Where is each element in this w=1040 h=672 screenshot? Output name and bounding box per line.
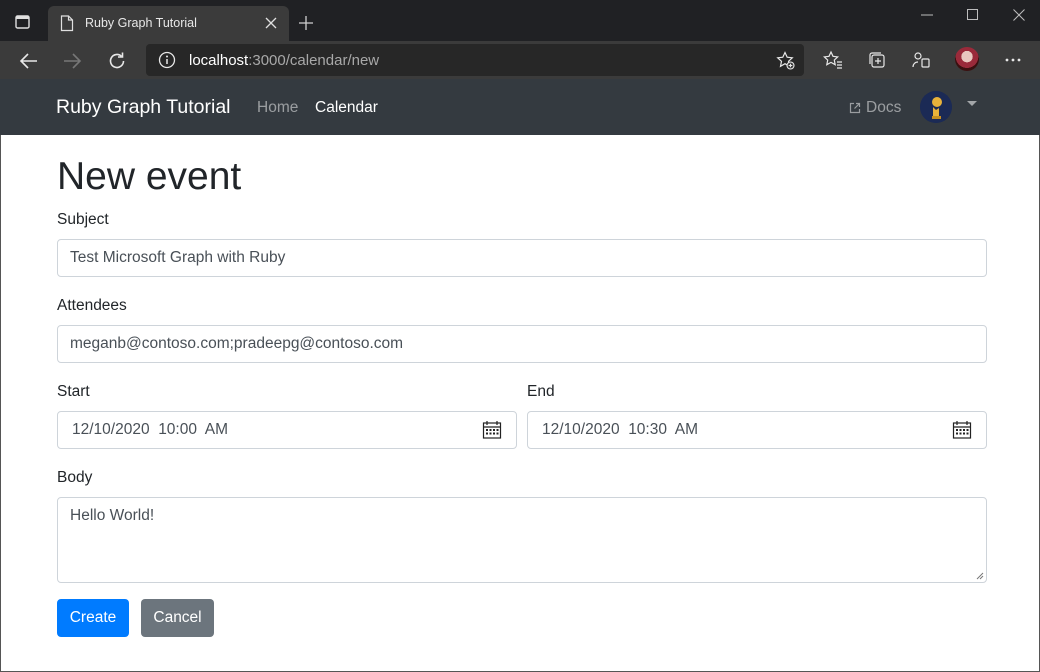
window-menu-icon[interactable] [14, 13, 32, 31]
more-options-icon[interactable] [1003, 50, 1023, 70]
forward-icon[interactable] [62, 51, 82, 71]
external-link-icon [849, 102, 861, 114]
back-icon[interactable] [19, 51, 39, 71]
body-text: Hello World! [70, 507, 155, 524]
start-label: Start [57, 383, 90, 400]
url-path: :3000/calendar/new [248, 52, 380, 69]
end-label: End [527, 383, 555, 400]
favorites-icon[interactable] [823, 50, 843, 70]
app-navbar: Ruby Graph Tutorial Home Calendar Docs [0, 79, 1040, 135]
url-host: localhost [189, 52, 249, 69]
nav-link-docs[interactable]: Docs [849, 99, 901, 117]
close-tab-icon[interactable] [264, 16, 278, 30]
page-content: New event Subject Test Microsoft Graph w… [0, 135, 1040, 672]
resize-grip-icon[interactable] [976, 572, 984, 580]
new-tab-icon[interactable] [298, 15, 314, 31]
attendees-input[interactable]: meganb@contoso.com;pradeepg@contoso.com [57, 325, 987, 363]
docs-label: Docs [866, 99, 902, 116]
url-field[interactable]: localhost:3000/calendar/new [146, 44, 804, 76]
add-favorite-icon[interactable] [776, 51, 795, 70]
info-icon[interactable] [158, 51, 176, 69]
cancel-button[interactable]: Cancel [141, 599, 214, 637]
close-window-icon[interactable] [1012, 8, 1026, 22]
maximize-icon[interactable] [966, 8, 980, 22]
navbar-brand[interactable]: Ruby Graph Tutorial [56, 96, 231, 119]
start-datetime-value: 12/10/2020 10:00 AM [72, 421, 228, 438]
browser-tab-bar: Ruby Graph Tutorial [0, 0, 1040, 41]
nav-link-home[interactable]: Home [257, 99, 298, 117]
body-textarea[interactable]: Hello World! [57, 497, 987, 583]
body-label: Body [57, 469, 93, 486]
page-icon [60, 15, 74, 32]
browser-profile-avatar[interactable] [955, 47, 979, 71]
nav-link-calendar[interactable]: Calendar [315, 99, 378, 117]
end-datetime-input[interactable]: 12/10/2020 10:30 AM [527, 411, 987, 449]
user-menu-caret-icon[interactable] [967, 101, 977, 106]
subject-input[interactable]: Test Microsoft Graph with Ruby [57, 239, 987, 277]
url-text: localhost:3000/calendar/new [189, 52, 379, 69]
refresh-icon[interactable] [107, 51, 127, 71]
end-datetime-value: 12/10/2020 10:30 AM [542, 421, 698, 438]
attendees-label: Attendees [57, 297, 127, 314]
start-datetime-input[interactable]: 12/10/2020 10:00 AM [57, 411, 517, 449]
tab-title: Ruby Graph Tutorial [85, 16, 197, 30]
subject-label: Subject [57, 211, 109, 228]
user-avatar[interactable] [920, 91, 952, 123]
minimize-icon[interactable] [920, 8, 934, 22]
browser-address-bar: localhost:3000/calendar/new [0, 41, 1040, 79]
calendar-icon[interactable] [952, 420, 972, 440]
calendar-icon[interactable] [482, 420, 502, 440]
page-title: New event [57, 155, 242, 198]
collections-icon[interactable] [867, 50, 887, 70]
browser-tab[interactable]: Ruby Graph Tutorial [48, 6, 289, 41]
extensions-icon[interactable] [911, 50, 931, 70]
create-button[interactable]: Create [57, 599, 129, 637]
